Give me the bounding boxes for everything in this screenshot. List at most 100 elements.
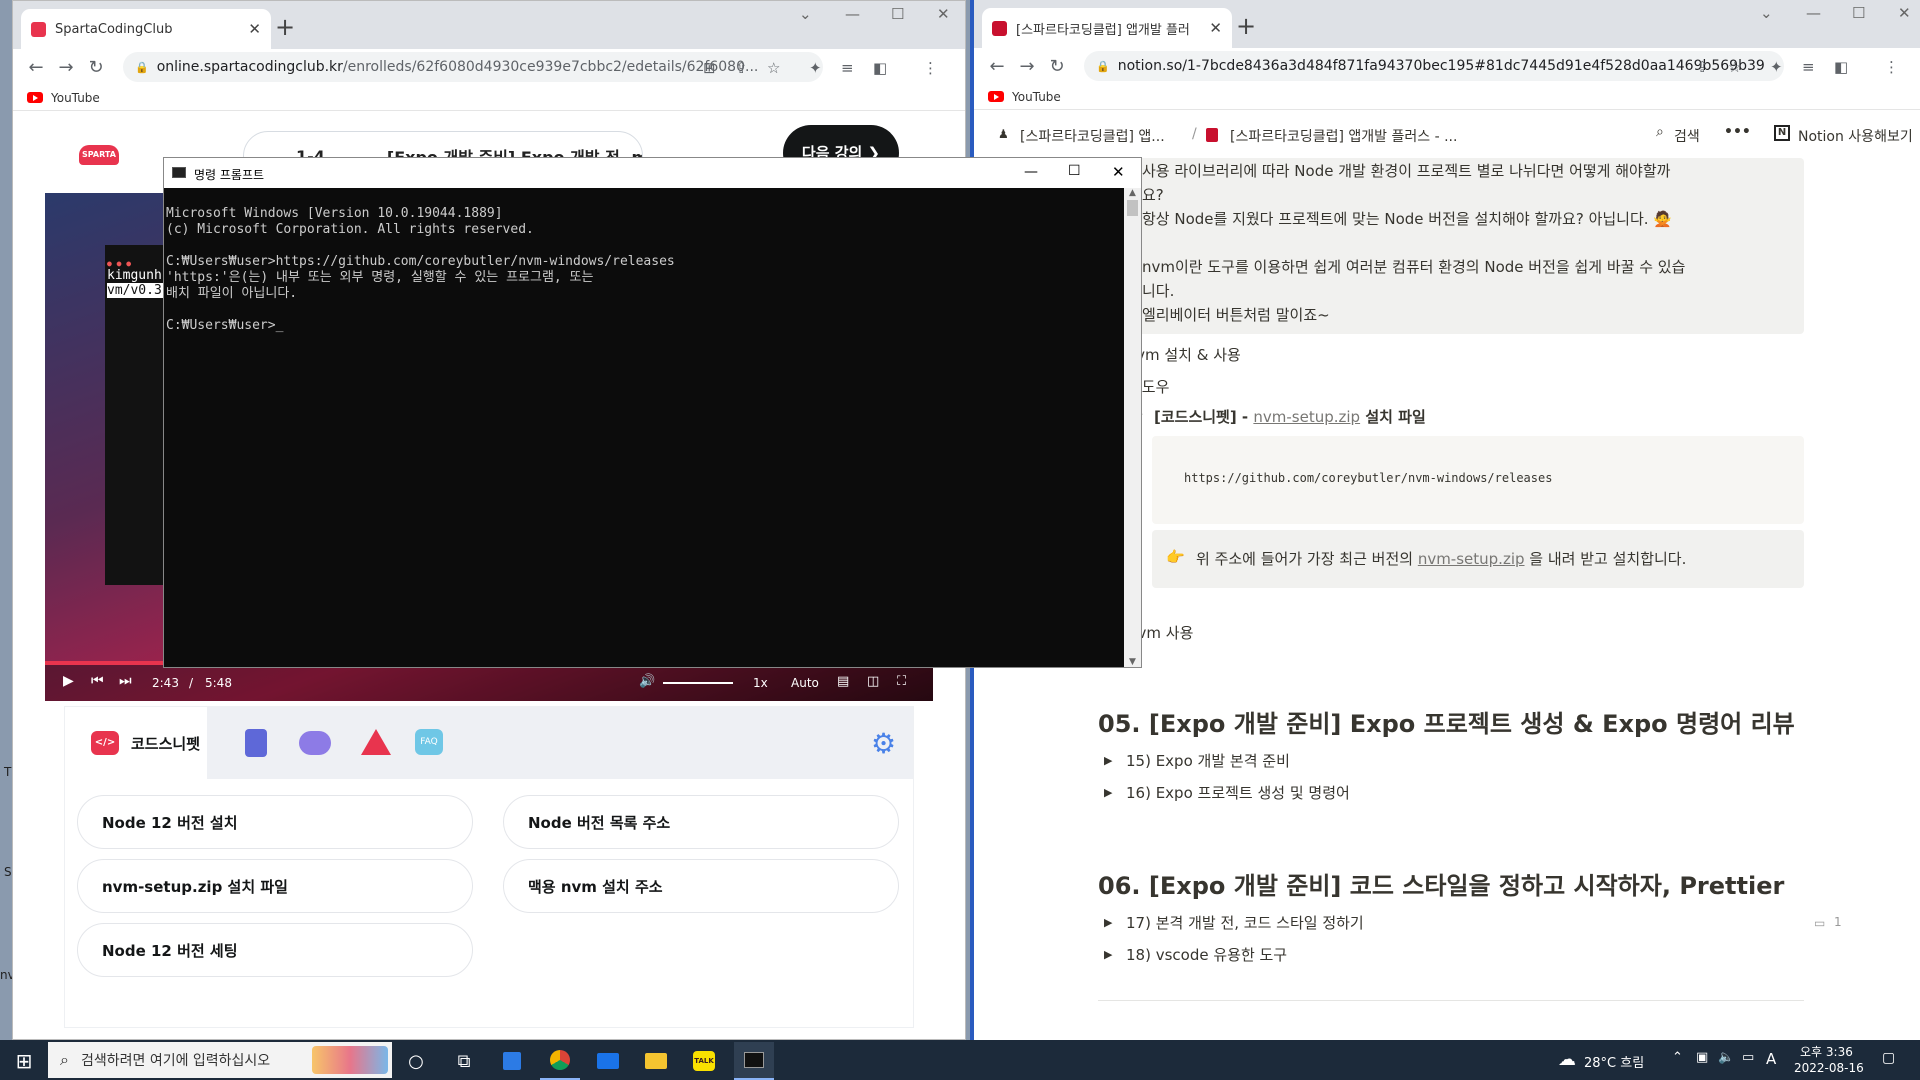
snippet-chip[interactable]: Node 버전 목록 주소 (503, 795, 899, 849)
more-icon[interactable]: ••• (1724, 124, 1751, 140)
tab-search-icon[interactable]: ⌄ (1760, 4, 1773, 22)
reload-icon[interactable]: ↻ (1042, 56, 1072, 77)
toggle-arrow-icon[interactable]: ▶ (1104, 786, 1112, 799)
snippet-chip[interactable]: nvm-setup.zip 설치 파일 (77, 859, 473, 913)
tray-chevron-icon[interactable]: ⌃ (1672, 1050, 1683, 1065)
speed-button[interactable]: 1x (753, 676, 768, 690)
cortana-icon[interactable]: ○ (396, 1042, 436, 1080)
notes-icon[interactable] (245, 729, 267, 757)
snippet-chip[interactable]: Node 12 버전 설치 (77, 795, 473, 849)
scroll-thumb[interactable] (1127, 200, 1138, 216)
scroll-up-icon[interactable]: ▲ (1124, 188, 1141, 198)
notification-icon[interactable]: ▢ (1882, 1050, 1895, 1066)
scroll-down-icon[interactable]: ▼ (1124, 657, 1141, 667)
callout-link[interactable]: nvm-setup.zip (1418, 550, 1525, 568)
maximize-icon[interactable]: ☐ (891, 5, 904, 23)
toggle-title[interactable]: [코드스니펫] - nvm-setup.zip 설치 파일 (1154, 406, 1426, 427)
menu-icon[interactable]: ⋮ (923, 59, 938, 77)
cmd-output[interactable]: Microsoft Windows [Version 10.0.19044.18… (166, 190, 1121, 666)
taskbar-search-box[interactable]: ⌕ 검색하려면 여기에 입력하십시오 (48, 1042, 392, 1078)
breadcrumb-item[interactable]: [스파르타코딩클럽] 앱... (1020, 126, 1165, 146)
reload-icon[interactable]: ↻ (81, 57, 111, 78)
share-icon[interactable]: ⇪ (1696, 58, 1709, 76)
toggle-item[interactable]: 17) 본격 개발 전, 코드 스타일 정하기 (1126, 912, 1364, 933)
close-tab-icon[interactable]: ✕ (1209, 19, 1222, 37)
skip-back-icon[interactable]: ⏮ (91, 673, 104, 689)
back-icon[interactable]: ← (982, 56, 1012, 77)
clock-time[interactable]: 오후 3:36 (1800, 1043, 1853, 1060)
kakaotalk-icon[interactable]: TALK (684, 1042, 724, 1080)
media-icon[interactable]: ≡ (841, 59, 854, 77)
tab-search-icon[interactable]: ⌄ (799, 5, 812, 23)
breadcrumb-item[interactable]: [스파르타코딩클럽] 앱개발 플러스 - ... (1230, 126, 1457, 146)
extensions-icon[interactable]: ✦ (809, 59, 822, 77)
extensions-icon[interactable]: ✦ (1770, 58, 1783, 76)
toggle-arrow-icon[interactable]: ▶ (1104, 916, 1112, 929)
faq-icon[interactable]: FAQ (415, 729, 443, 755)
sidepanel-icon[interactable]: ◧ (873, 59, 887, 77)
settings-gear-icon[interactable]: ⚙ (871, 727, 896, 760)
bookmark-youtube[interactable]: YouTube (51, 91, 100, 105)
captions-icon[interactable]: ▤ (837, 674, 849, 689)
forward-icon[interactable]: → (51, 57, 81, 78)
volume-slider[interactable] (663, 682, 733, 684)
chrome-icon[interactable] (540, 1042, 580, 1080)
close-window-icon[interactable]: ✕ (1112, 163, 1125, 181)
volume-icon[interactable]: 🔊 (639, 674, 655, 689)
tab-snippet[interactable]: </> 코드스니펫 (65, 707, 207, 779)
snippet-chip[interactable]: Node 12 버전 세팅 (77, 923, 473, 977)
forward-icon[interactable]: → (1012, 56, 1042, 77)
store-icon[interactable] (492, 1042, 532, 1080)
play-icon[interactable]: ▶ (63, 673, 74, 689)
quality-button[interactable]: Auto (791, 676, 819, 690)
snippet-chip[interactable]: 맥용 nvm 설치 주소 (503, 859, 899, 913)
comment-icon[interactable]: ▭ (1814, 916, 1825, 930)
maximize-icon[interactable]: ☐ (1068, 163, 1081, 179)
maximize-icon[interactable]: ☐ (1852, 4, 1865, 22)
tray-meet-icon[interactable]: ▣ (1696, 1050, 1708, 1065)
media-icon[interactable]: ≡ (1802, 58, 1815, 76)
tab-notion[interactable]: [스파르타코딩클럽] 앱개발 플러 ✕ (982, 8, 1232, 48)
ime-indicator[interactable]: A (1766, 1050, 1776, 1068)
new-tab-icon[interactable]: + (1236, 12, 1256, 40)
try-notion-link[interactable]: Notion 사용해보기 (1798, 126, 1913, 146)
windows-start-icon[interactable]: ⊞ (4, 1042, 44, 1080)
bookmark-star-icon[interactable]: ☆ (1728, 58, 1741, 76)
file-explorer-icon[interactable] (636, 1042, 676, 1080)
toggle-arrow-icon[interactable]: ▶ (1104, 754, 1112, 767)
mail-icon[interactable] (588, 1042, 628, 1080)
toggle-arrow-icon[interactable]: ▶ (1104, 948, 1112, 961)
bookmark-star-icon[interactable]: ☆ (767, 59, 780, 77)
warning-icon[interactable] (361, 729, 391, 755)
new-tab-icon[interactable]: + (275, 13, 295, 41)
close-window-icon[interactable]: ✕ (937, 5, 950, 23)
clock-date[interactable]: 2022-08-16 (1794, 1061, 1864, 1075)
search-icon[interactable]: ⌕ (1656, 124, 1664, 140)
close-window-icon[interactable]: ✕ (1898, 4, 1911, 22)
volume-icon[interactable]: 🔈 (1718, 1050, 1734, 1065)
toggle-link[interactable]: nvm-setup.zip (1253, 408, 1360, 426)
network-icon[interactable]: ▭ (1742, 1050, 1754, 1065)
toggle-item[interactable]: 16) Expo 프로젝트 생성 및 명령어 (1126, 782, 1350, 803)
weather-text[interactable]: 28°C 흐림 (1584, 1052, 1644, 1071)
pip-icon[interactable]: ◫ (867, 674, 879, 689)
skip-forward-icon[interactable]: ⏭ (119, 673, 132, 689)
tab-sparta[interactable]: SpartaCodingClub ✕ (21, 9, 271, 49)
minimize-icon[interactable]: — (1024, 164, 1038, 180)
task-view-icon[interactable]: ⧉ (444, 1042, 484, 1080)
comment-count[interactable]: 1 (1834, 915, 1842, 929)
share-icon[interactable]: ⇪ (735, 59, 748, 77)
cmd-taskbar-icon[interactable] (734, 1042, 774, 1080)
close-tab-icon[interactable]: ✕ (248, 20, 261, 38)
translate-icon[interactable]: ⊞ (703, 59, 716, 77)
address-bar[interactable]: 🔒 online.spartacodingclub.kr /enrolleds/… (123, 52, 823, 82)
notion-search[interactable]: 검색 (1674, 126, 1700, 146)
weather-icon[interactable]: ☁ (1558, 1049, 1576, 1070)
cmd-scrollbar[interactable]: ▲ ▼ (1124, 188, 1141, 667)
back-icon[interactable]: ← (21, 57, 51, 78)
toggle-item[interactable]: 18) vscode 유용한 도구 (1126, 944, 1287, 965)
toggle-item[interactable]: 15) Expo 개발 본격 준비 (1126, 750, 1290, 771)
minimize-icon[interactable]: — (845, 5, 860, 23)
fullscreen-icon[interactable]: ⛶ (897, 674, 906, 689)
bookmark-youtube[interactable]: YouTube (1012, 90, 1061, 104)
